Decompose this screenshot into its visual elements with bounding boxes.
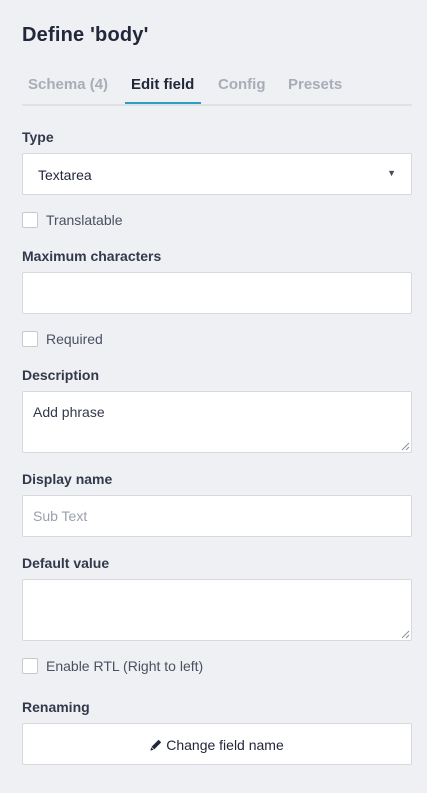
required-checkbox[interactable] xyxy=(22,331,38,347)
description-label: Description xyxy=(22,367,100,383)
type-select-value: Textarea xyxy=(38,167,92,183)
page-title: Define 'body' xyxy=(22,24,149,46)
rtl-checkbox[interactable] xyxy=(22,658,38,674)
default-value-wrapper xyxy=(22,579,412,641)
display-name-label: Display name xyxy=(22,471,113,487)
max-chars-label: Maximum characters xyxy=(22,248,162,264)
default-value-textarea[interactable] xyxy=(22,579,412,641)
pencil-icon xyxy=(150,739,162,751)
display-name-input[interactable] xyxy=(22,495,412,537)
translatable-row: Translatable xyxy=(22,212,162,230)
description-textarea[interactable] xyxy=(22,391,412,453)
tab-schema[interactable]: Schema (4) xyxy=(28,76,108,106)
type-label: Type xyxy=(22,129,54,145)
max-chars-input[interactable] xyxy=(22,272,412,314)
description-wrapper xyxy=(22,391,412,453)
type-select[interactable]: Textarea ▼ xyxy=(22,153,412,195)
triangle-down-icon: ▼ xyxy=(387,168,396,178)
tab-presets[interactable]: Presets xyxy=(288,76,342,106)
resize-grip-icon[interactable] xyxy=(401,442,410,451)
required-label: Required xyxy=(46,331,103,347)
default-value-label: Default value xyxy=(22,555,110,571)
translatable-label: Translatable xyxy=(46,212,123,228)
rtl-label: Enable RTL (Right to left) xyxy=(46,658,204,674)
change-field-name-label: Change field name xyxy=(166,737,284,753)
resize-grip-icon[interactable] xyxy=(401,630,410,639)
renaming-label: Renaming xyxy=(22,699,90,715)
translatable-checkbox[interactable] xyxy=(22,212,38,228)
rtl-row: Enable RTL (Right to left) xyxy=(22,658,242,676)
tab-config[interactable]: Config xyxy=(218,76,265,106)
tab-bar: Schema (4) Edit field Config Presets xyxy=(22,70,412,106)
active-tab-indicator xyxy=(125,102,201,104)
required-row: Required xyxy=(22,331,142,349)
change-field-name-button[interactable]: Change field name xyxy=(22,723,412,765)
